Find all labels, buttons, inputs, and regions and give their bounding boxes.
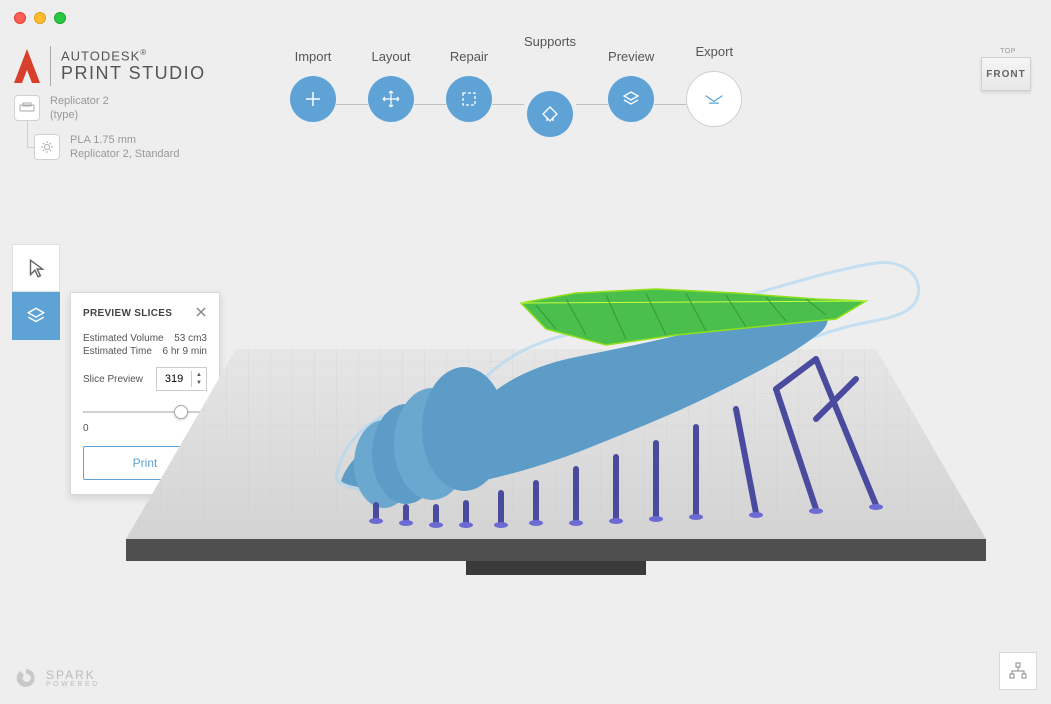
export-icon xyxy=(704,89,724,109)
brand-line1: AUTODESK xyxy=(61,48,140,63)
viewcube[interactable]: TOP FRONT xyxy=(981,48,1035,91)
build-plate xyxy=(116,249,996,589)
step-repair[interactable]: Repair xyxy=(446,49,492,122)
step-import[interactable]: Import xyxy=(290,49,336,122)
viewport-3d[interactable] xyxy=(80,140,1031,524)
step-supports[interactable]: Supports xyxy=(524,34,576,137)
brand-reg: ® xyxy=(140,48,147,57)
repair-icon xyxy=(459,89,479,109)
printer-icon[interactable] xyxy=(14,95,40,121)
layers-icon xyxy=(621,89,641,109)
step-preview[interactable]: Preview xyxy=(608,49,654,122)
plus-icon xyxy=(303,89,323,109)
maximize-icon[interactable] xyxy=(54,12,66,24)
printer-name: Replicator 2 xyxy=(50,94,109,108)
workflow-steps: Import Layout Repair Supports Preview Ex… xyxy=(290,34,742,137)
supports-icon xyxy=(540,104,560,124)
window-controls xyxy=(14,12,66,24)
move-icon xyxy=(381,89,401,109)
brand-header: AUTODESK® PRINT STUDIO xyxy=(14,46,206,86)
gear-icon[interactable] xyxy=(34,134,60,160)
spark-sub: POWERED xyxy=(46,681,100,688)
network-icon[interactable] xyxy=(999,652,1037,690)
viewcube-top-label: TOP xyxy=(981,48,1035,55)
close-icon[interactable] xyxy=(14,12,26,24)
spark-icon xyxy=(14,666,38,690)
step-layout[interactable]: Layout xyxy=(368,49,414,122)
step-export[interactable]: Export xyxy=(686,44,742,127)
spark-powered: SPARK POWERED xyxy=(14,666,100,690)
minimize-icon[interactable] xyxy=(34,12,46,24)
autodesk-logo-icon xyxy=(14,49,40,83)
layers-tool[interactable] xyxy=(12,292,60,340)
toolbar-left xyxy=(12,244,60,340)
brand-line2: PRINT STUDIO xyxy=(61,63,206,84)
cursor-tool[interactable] xyxy=(12,244,60,292)
viewcube-front-label[interactable]: FRONT xyxy=(981,57,1031,91)
printer-sub: (type) xyxy=(50,108,109,122)
spark-label: SPARK xyxy=(46,669,100,681)
